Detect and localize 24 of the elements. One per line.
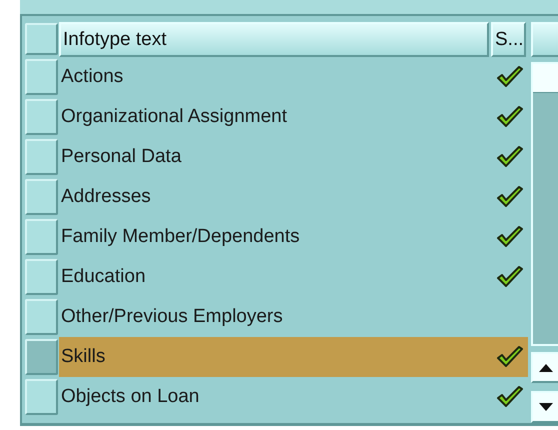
row-selector[interactable] [25,339,58,375]
row-selector[interactable] [25,379,58,415]
up-arrow-icon [539,364,553,372]
table-cell-text: Personal Data [60,145,182,169]
row-selector[interactable] [25,179,58,215]
row-selector[interactable] [25,219,58,255]
row-selector[interactable] [25,139,58,175]
table-cell-text: Education [60,265,147,289]
down-arrow-icon [539,403,553,412]
scrollbar-thumb[interactable] [533,64,558,93]
row-selector[interactable] [25,99,58,135]
table-cell: Skills [59,337,491,377]
table-cell-text: Organizational Assignment [60,105,288,129]
table-cell-text: Family Member/Dependents [60,225,301,249]
row-selector[interactable] [25,299,58,335]
table-cell-text: Other/Previous Employers [60,305,284,329]
row-selector[interactable] [25,259,58,295]
column-header[interactable]: Infotype text [59,22,489,57]
table-cell-text: Objects on Loan [60,385,200,409]
column-header[interactable]: S... [491,22,526,57]
row-selector[interactable] [25,59,58,95]
table-cell-text: Actions [60,65,124,89]
select-all-button[interactable] [25,23,58,55]
table-cell-text: Addresses [60,185,152,209]
